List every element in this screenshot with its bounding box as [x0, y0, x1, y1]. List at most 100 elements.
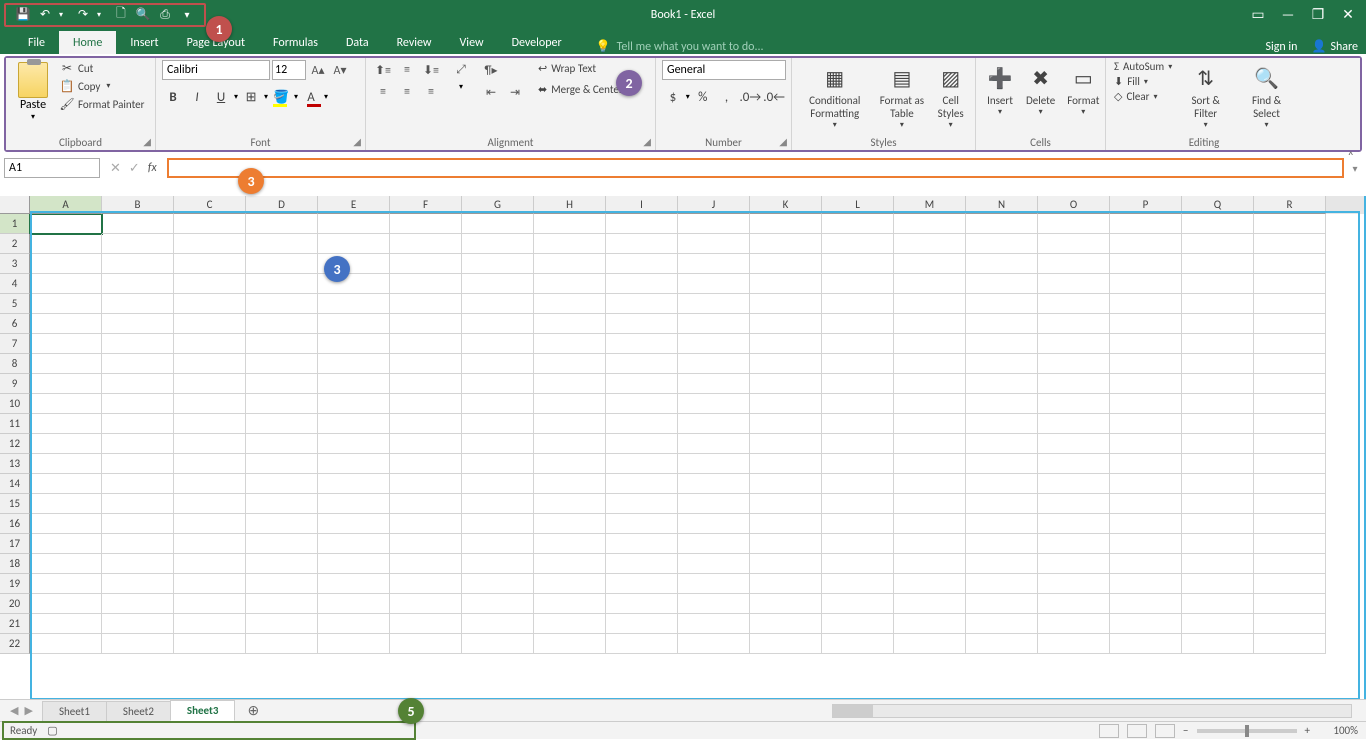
font-size-input[interactable] — [272, 60, 306, 80]
row-header-21[interactable]: 21 — [0, 614, 30, 634]
cell-B16[interactable] — [102, 514, 174, 534]
cell-I11[interactable] — [606, 414, 678, 434]
sheet-tab-3[interactable]: Sheet3 — [170, 700, 236, 721]
cell-B21[interactable] — [102, 614, 174, 634]
cell-D19[interactable] — [246, 574, 318, 594]
cell-K10[interactable] — [750, 394, 822, 414]
cell-K21[interactable] — [750, 614, 822, 634]
cell-D17[interactable] — [246, 534, 318, 554]
quick-print-icon[interactable]: ⎙ — [156, 6, 174, 24]
cell-H16[interactable] — [534, 514, 606, 534]
cell-L3[interactable] — [822, 254, 894, 274]
column-header-Q[interactable]: Q — [1182, 196, 1254, 214]
number-dialog-launcher[interactable]: ◢ — [779, 135, 787, 148]
font-dialog-launcher[interactable]: ◢ — [353, 135, 361, 148]
cell-K22[interactable] — [750, 634, 822, 654]
cell-C3[interactable] — [174, 254, 246, 274]
cell-R15[interactable] — [1254, 494, 1326, 514]
font-color-button[interactable]: A — [300, 86, 322, 108]
cell-H12[interactable] — [534, 434, 606, 454]
cell-F10[interactable] — [390, 394, 462, 414]
cell-B12[interactable] — [102, 434, 174, 454]
cell-N18[interactable] — [966, 554, 1038, 574]
cell-E19[interactable] — [318, 574, 390, 594]
cell-Q2[interactable] — [1182, 234, 1254, 254]
cell-L2[interactable] — [822, 234, 894, 254]
alignment-dialog-launcher[interactable]: ◢ — [643, 135, 651, 148]
cell-L22[interactable] — [822, 634, 894, 654]
column-header-A[interactable]: A — [30, 196, 102, 214]
cell-F17[interactable] — [390, 534, 462, 554]
cell-E4[interactable] — [318, 274, 390, 294]
cell-E18[interactable] — [318, 554, 390, 574]
cell-C17[interactable] — [174, 534, 246, 554]
cell-A18[interactable] — [30, 554, 102, 574]
column-header-E[interactable]: E — [318, 196, 390, 214]
zoom-in-button[interactable]: + — [1305, 724, 1310, 737]
cell-F2[interactable] — [390, 234, 462, 254]
cell-M22[interactable] — [894, 634, 966, 654]
close-button[interactable]: ✕ — [1340, 6, 1356, 23]
cell-G20[interactable] — [462, 594, 534, 614]
cell-G14[interactable] — [462, 474, 534, 494]
cell-B8[interactable] — [102, 354, 174, 374]
cell-K18[interactable] — [750, 554, 822, 574]
cell-D22[interactable] — [246, 634, 318, 654]
cell-A3[interactable] — [30, 254, 102, 274]
cell-E22[interactable] — [318, 634, 390, 654]
cell-G1[interactable] — [462, 214, 534, 234]
cell-M9[interactable] — [894, 374, 966, 394]
cell-M17[interactable] — [894, 534, 966, 554]
cell-M13[interactable] — [894, 454, 966, 474]
macro-recording-icon[interactable]: ▢ — [47, 724, 57, 737]
cell-E13[interactable] — [318, 454, 390, 474]
cell-M15[interactable] — [894, 494, 966, 514]
cell-I13[interactable] — [606, 454, 678, 474]
undo-dropdown-icon[interactable]: ▾ — [52, 6, 70, 24]
cell-O12[interactable] — [1038, 434, 1110, 454]
view-page-break-button[interactable] — [1155, 724, 1175, 738]
cell-O14[interactable] — [1038, 474, 1110, 494]
cell-G4[interactable] — [462, 274, 534, 294]
cell-K6[interactable] — [750, 314, 822, 334]
cell-Q17[interactable] — [1182, 534, 1254, 554]
cell-P20[interactable] — [1110, 594, 1182, 614]
cell-F19[interactable] — [390, 574, 462, 594]
cell-E5[interactable] — [318, 294, 390, 314]
cell-Q18[interactable] — [1182, 554, 1254, 574]
underline-button[interactable]: U — [210, 86, 232, 108]
cell-L14[interactable] — [822, 474, 894, 494]
cell-O4[interactable] — [1038, 274, 1110, 294]
cell-D14[interactable] — [246, 474, 318, 494]
cell-J2[interactable] — [678, 234, 750, 254]
cell-J19[interactable] — [678, 574, 750, 594]
increase-decimal-button[interactable]: .0→ — [739, 86, 761, 108]
cell-P16[interactable] — [1110, 514, 1182, 534]
cell-styles-button[interactable]: ▨Cell Styles▾ — [932, 60, 969, 130]
cell-O19[interactable] — [1038, 574, 1110, 594]
cell-O17[interactable] — [1038, 534, 1110, 554]
cell-J10[interactable] — [678, 394, 750, 414]
name-box[interactable] — [4, 158, 100, 178]
cell-H14[interactable] — [534, 474, 606, 494]
cell-H10[interactable] — [534, 394, 606, 414]
cell-G8[interactable] — [462, 354, 534, 374]
row-header-4[interactable]: 4 — [0, 274, 30, 294]
cell-A11[interactable] — [30, 414, 102, 434]
cell-F3[interactable] — [390, 254, 462, 274]
insert-cells-button[interactable]: ➕Insert▾ — [982, 60, 1018, 117]
tab-developer[interactable]: Developer — [498, 31, 576, 54]
column-header-F[interactable]: F — [390, 196, 462, 214]
cell-N17[interactable] — [966, 534, 1038, 554]
cell-F6[interactable] — [390, 314, 462, 334]
cell-D20[interactable] — [246, 594, 318, 614]
cell-O13[interactable] — [1038, 454, 1110, 474]
fill-color-button[interactable]: 🪣 — [270, 86, 292, 108]
cell-L8[interactable] — [822, 354, 894, 374]
borders-button[interactable]: ⊞ — [240, 86, 262, 108]
percent-button[interactable]: % — [692, 86, 714, 108]
cell-F4[interactable] — [390, 274, 462, 294]
row-header-5[interactable]: 5 — [0, 294, 30, 314]
cell-J16[interactable] — [678, 514, 750, 534]
cancel-formula-icon[interactable]: ✕ — [110, 161, 121, 176]
